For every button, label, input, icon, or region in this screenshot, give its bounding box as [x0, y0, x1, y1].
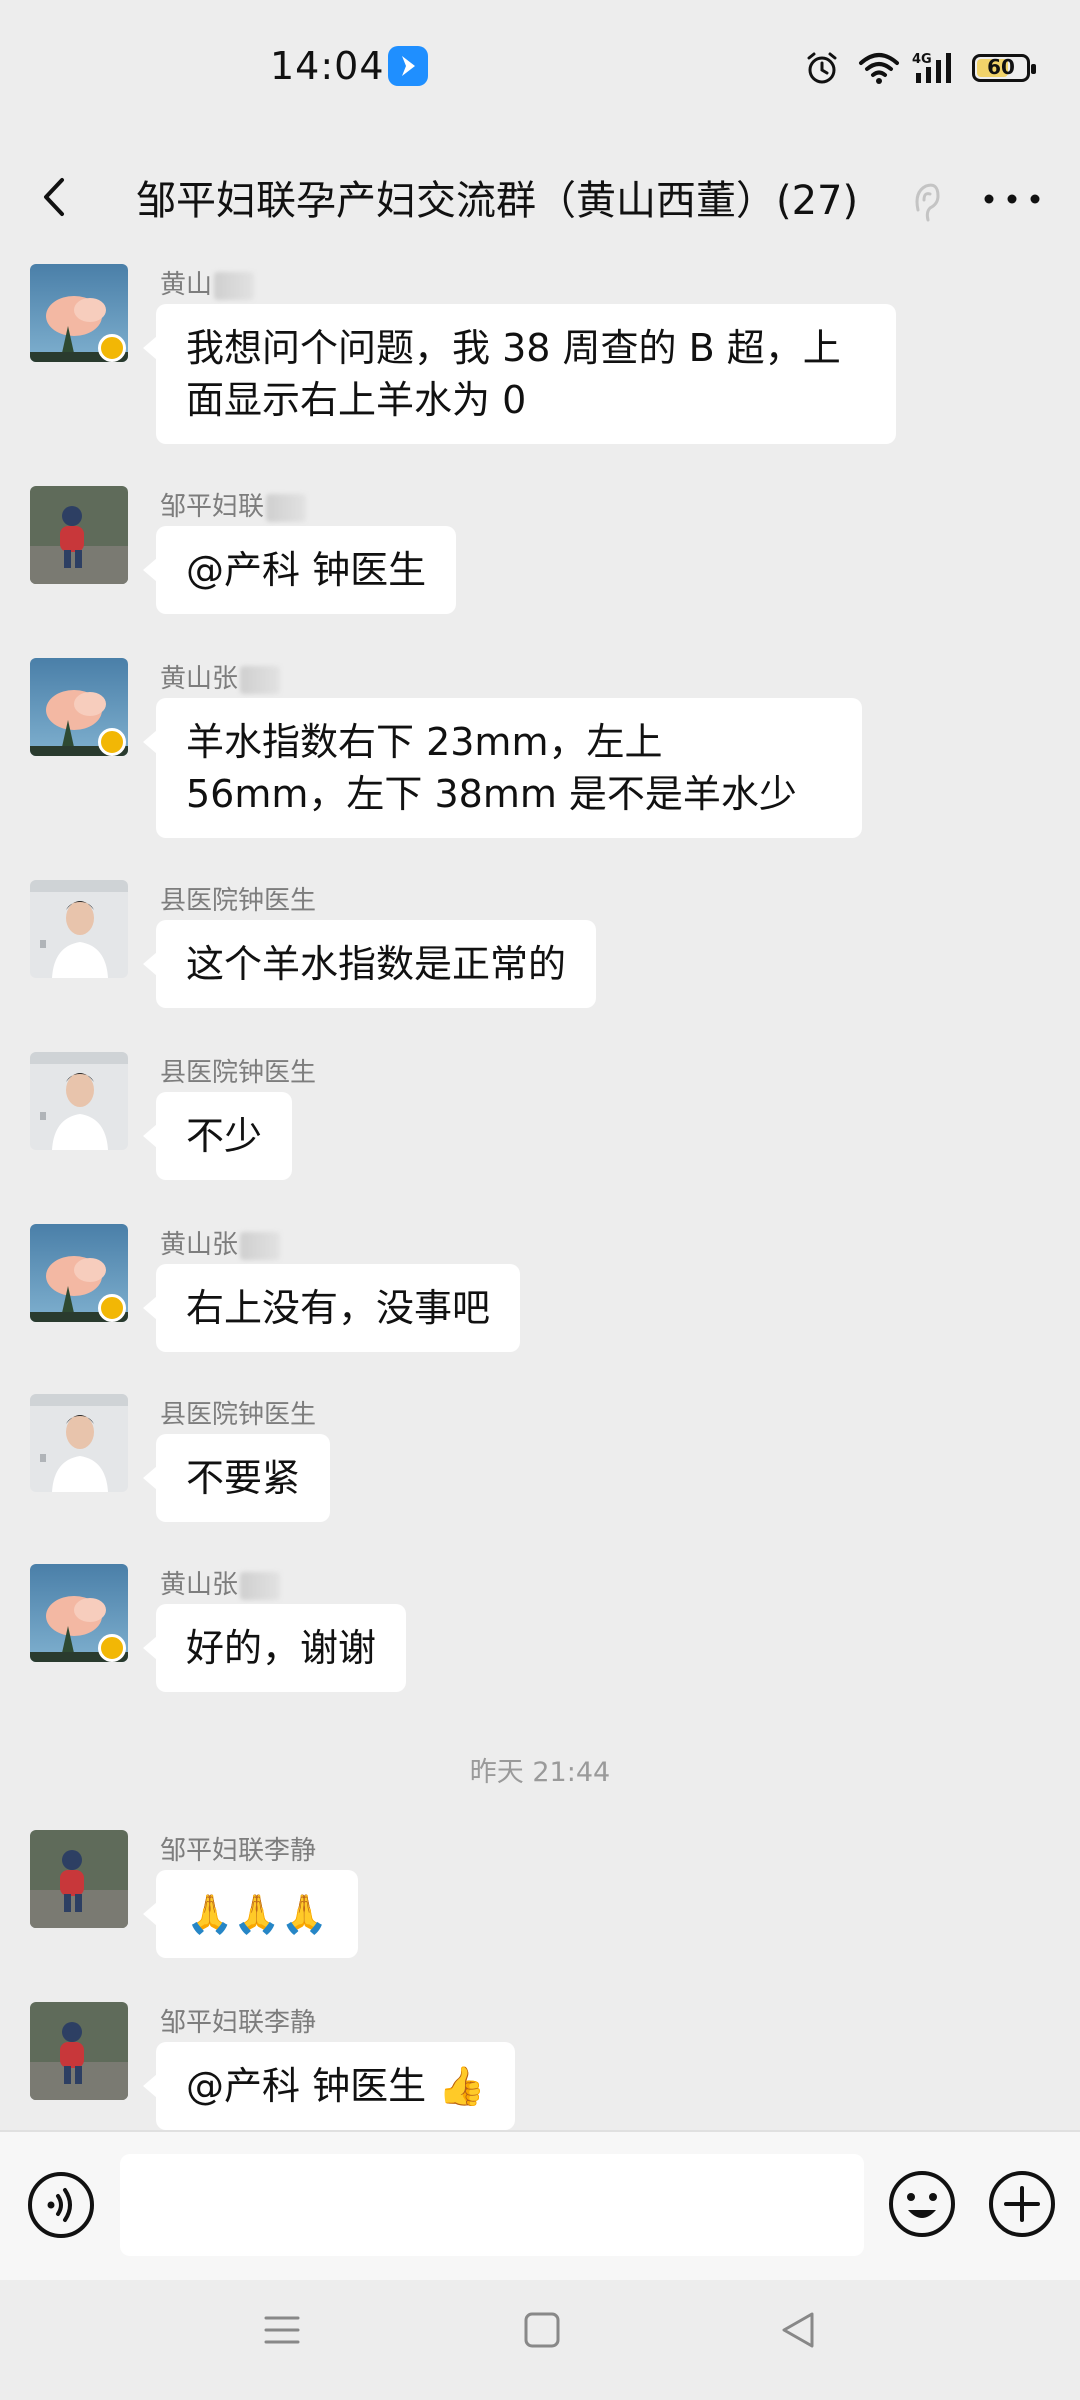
- message-bubble[interactable]: 不少: [142, 1092, 293, 1180]
- voice-icon: [28, 2172, 94, 2238]
- verified-badge-icon: [98, 728, 126, 756]
- wifi-icon: [858, 51, 900, 85]
- message-bubble[interactable]: 我想问个问题，我 38 周查的 B 超，上面显示右上羊水为 0: [143, 304, 896, 444]
- menu-button[interactable]: [262, 2310, 302, 2350]
- verified-badge-icon: [98, 1294, 126, 1322]
- sender-name: 邹平妇联李静: [160, 1836, 317, 1866]
- sender-name: 县医院钟医生: [160, 1400, 317, 1430]
- more-icon: [984, 194, 1040, 204]
- home-icon: [524, 2312, 560, 2348]
- sender-name: 县医院钟医生: [160, 1058, 317, 1088]
- voice-button[interactable]: [26, 2170, 96, 2240]
- child-avatar[interactable]: [30, 1830, 128, 1928]
- sender-name: 黄山张: [160, 1224, 281, 1260]
- battery-label: 60: [987, 55, 1015, 79]
- doctor-avatar[interactable]: [30, 1052, 128, 1150]
- doctor-avatar[interactable]: [30, 880, 128, 978]
- emoji-icon: [889, 2171, 955, 2237]
- menu-icon: [264, 2316, 300, 2344]
- ear-icon: [906, 172, 946, 232]
- sender-name: 黄山张: [160, 1564, 281, 1600]
- message-bubble[interactable]: 🙏🙏🙏: [143, 1870, 358, 1958]
- sender-name: 黄山张: [160, 658, 281, 694]
- sender-name: 黄山: [160, 264, 255, 300]
- message-bubble[interactable]: 右上没有，没事吧: [142, 1264, 521, 1352]
- message-bubble[interactable]: 羊水指数右下 23mm，左上 56mm，左下 38mm 是不是羊水少: [143, 698, 862, 838]
- message-input[interactable]: [120, 2154, 864, 2256]
- message-bubble[interactable]: @产科 钟医生 👍: [142, 2042, 516, 2130]
- status-icons: 4G 60: [804, 48, 1036, 88]
- 4g-signal-icon: 4G: [912, 49, 958, 87]
- sender-name: 邹平妇联: [160, 486, 307, 522]
- input-bar: [0, 2130, 1080, 2280]
- message-list[interactable]: 黄山 我想问个问题，我 38 周查的 B 超，上面显示右上羊水为 0 邹平妇联 …: [0, 264, 1080, 2130]
- app-notification-icon: [388, 46, 428, 86]
- system-nav-bar: [0, 2280, 1080, 2400]
- message-bubble[interactable]: 好的，谢谢: [142, 1604, 407, 1692]
- sender-name: 邹平妇联李静: [160, 2008, 317, 2038]
- message-bubble[interactable]: 不要紧: [142, 1434, 331, 1522]
- more-button[interactable]: [975, 174, 1049, 224]
- status-time: 14:04: [270, 44, 385, 88]
- group-title: 邹平妇联孕产妇交流群（黄山西董）(27): [136, 178, 859, 224]
- back-icon: [782, 2312, 814, 2348]
- chat-screen: 14:04 4G 60 邹平妇联孕产妇交流群（黄山西董）(27) 黄山 我想问个…: [0, 0, 1080, 2400]
- alarm-icon: [804, 50, 840, 86]
- doctor-avatar[interactable]: [30, 1394, 128, 1492]
- battery-icon: 60: [972, 54, 1036, 82]
- message-bubble[interactable]: @产科 钟医生: [142, 526, 457, 614]
- back-button[interactable]: [30, 162, 90, 232]
- verified-badge-icon: [98, 334, 126, 362]
- verified-badge-icon: [98, 1634, 126, 1662]
- svg-text:4G: 4G: [912, 52, 932, 67]
- timestamp: 昨天 21:44: [469, 1757, 611, 1788]
- child-avatar[interactable]: [30, 2002, 128, 2100]
- emoji-button[interactable]: [886, 2168, 958, 2240]
- message-bubble[interactable]: 这个羊水指数是正常的: [142, 920, 597, 1008]
- back-arrow-icon: [44, 178, 64, 216]
- nav-back-button[interactable]: [778, 2308, 818, 2352]
- home-button[interactable]: [522, 2310, 562, 2350]
- sender-name: 县医院钟医生: [160, 886, 317, 916]
- plus-button[interactable]: [986, 2168, 1058, 2240]
- chat-header: 邹平妇联孕产妇交流群（黄山西董）(27): [0, 132, 1080, 264]
- status-bar: 14:04 4G 60: [0, 0, 1080, 132]
- plus-icon: [989, 2171, 1055, 2237]
- child-avatar[interactable]: [30, 486, 128, 584]
